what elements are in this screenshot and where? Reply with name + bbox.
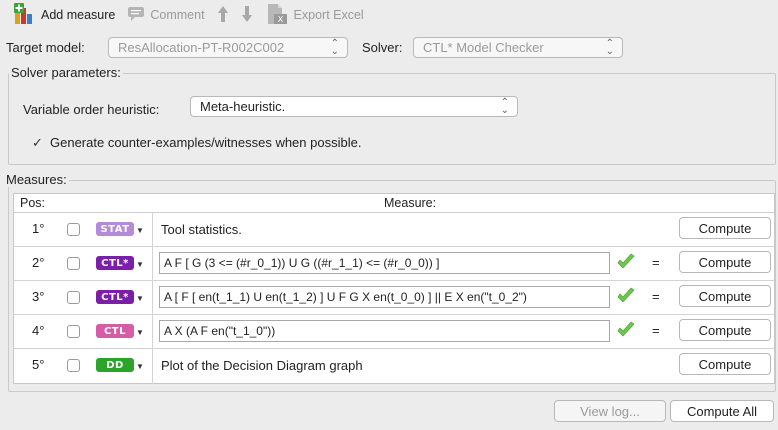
ctl-star-badge[interactable]: CTL*	[96, 290, 134, 304]
caret-down-icon[interactable]: ▼	[136, 226, 144, 235]
valid-check-icon	[616, 253, 636, 274]
target-model-label: Target model:	[6, 40, 85, 55]
row-checkbox[interactable]	[67, 291, 80, 304]
arrow-down-icon	[241, 5, 253, 26]
row-position: 1°	[32, 221, 45, 236]
compute-button[interactable]: Compute	[679, 217, 771, 239]
add-measure-button[interactable]: Add measure	[14, 2, 116, 28]
stat-badge[interactable]: STAT	[96, 222, 134, 236]
row-position: 2°	[32, 255, 45, 270]
checkbox-checked[interactable]: ✓	[31, 136, 44, 149]
compute-button[interactable]: Compute	[679, 251, 771, 273]
ctl-star-badge[interactable]: CTL*	[96, 256, 134, 270]
caret-down-icon[interactable]: ▼	[136, 260, 144, 269]
generate-counterexamples-option[interactable]: ✓ Generate counter-examples/witnesses wh…	[31, 135, 361, 150]
comment-icon	[127, 6, 145, 25]
table-row: 1° STAT ▼ Tool statistics. Compute	[14, 213, 774, 247]
header-measure: Measure:	[384, 196, 437, 210]
measure-input[interactable]: A [ F [ en(t_1_1) U en(t_1_2) ] U F G X …	[159, 286, 610, 308]
row-checkbox[interactable]	[67, 359, 80, 372]
export-excel-button[interactable]: X Export Excel	[265, 2, 364, 29]
arrow-up-icon	[217, 5, 229, 26]
target-model-select[interactable]: ResAllocation-PT-R002C002 ⌃ ⌄	[108, 37, 348, 58]
move-up-button[interactable]	[217, 5, 229, 26]
row-checkbox[interactable]	[67, 223, 80, 236]
export-excel-label: Export Excel	[293, 8, 364, 22]
compute-all-button[interactable]: Compute All	[670, 400, 774, 422]
compute-button[interactable]: Compute	[679, 353, 771, 375]
compute-button[interactable]: Compute	[679, 285, 771, 307]
measure-text: Plot of the Decision Diagram graph	[161, 358, 363, 373]
measures-title: Measures:	[4, 172, 69, 187]
equals-sign: =	[652, 323, 660, 338]
generate-counterexamples-label: Generate counter-examples/witnesses when…	[50, 135, 362, 150]
equals-sign: =	[652, 289, 660, 304]
equals-sign: =	[652, 255, 660, 270]
measure-input[interactable]: A X (A F en("t_1_0"))	[159, 320, 610, 342]
solver-value: CTL* Model Checker	[423, 40, 544, 55]
add-measure-label: Add measure	[41, 8, 116, 22]
solver-select[interactable]: CTL* Model Checker ⌃ ⌄	[413, 37, 623, 58]
measure-input[interactable]: A F [ G (3 <= (#r_0_1)) U G ((#r_1_1) <=…	[159, 252, 610, 274]
header-pos: Pos:	[20, 196, 46, 210]
solver-label: Solver:	[362, 40, 403, 55]
view-log-button[interactable]: View log...	[554, 400, 666, 422]
table-row: 2° CTL* ▼ A F [ G (3 <= (#r_0_1)) U G ((…	[14, 247, 774, 281]
measure-text: Tool statistics.	[161, 222, 242, 237]
row-position: 5°	[32, 357, 45, 372]
heuristic-select[interactable]: Meta-heuristic. ⌃ ⌄	[190, 96, 518, 117]
solver-parameters-group	[8, 73, 776, 165]
table-header: Pos: Measure:	[14, 194, 774, 213]
ctl-badge[interactable]: CTL	[96, 324, 134, 338]
comment-button[interactable]: Comment	[127, 6, 205, 25]
heuristic-label: Variable order heuristic:	[23, 102, 160, 117]
row-position: 4°	[32, 323, 45, 338]
comment-label: Comment	[150, 8, 205, 22]
select-arrows-icon: ⌃ ⌄	[605, 38, 614, 57]
caret-down-icon[interactable]: ▼	[136, 362, 144, 371]
table-row: 4° CTL ▼ A X (A F en("t_1_0")) = Compute	[14, 315, 774, 349]
caret-down-icon[interactable]: ▼	[136, 328, 144, 337]
heuristic-value: Meta-heuristic.	[200, 99, 286, 114]
caret-down-icon[interactable]: ▼	[136, 294, 144, 303]
table-row: 3° CTL* ▼ A [ F [ en(t_1_1) U en(t_1_2) …	[14, 281, 774, 315]
toolbar: Add measure Comment X Export Excel	[0, 0, 778, 30]
valid-check-icon	[616, 287, 636, 308]
move-down-button[interactable]	[241, 5, 253, 26]
measures-table: Pos: Measure: 1° STAT ▼ Tool statistics.…	[13, 193, 775, 384]
valid-check-icon	[616, 321, 636, 342]
excel-icon: X	[265, 2, 289, 29]
svg-text:X: X	[277, 15, 283, 24]
add-measure-icon	[14, 2, 36, 28]
select-arrows-icon: ⌃ ⌄	[500, 97, 509, 116]
compute-button[interactable]: Compute	[679, 319, 771, 341]
target-model-value: ResAllocation-PT-R002C002	[118, 40, 285, 55]
solver-parameters-title: Solver parameters:	[9, 65, 123, 80]
row-position: 3°	[32, 289, 45, 304]
select-arrows-icon: ⌃ ⌄	[330, 38, 339, 57]
dd-badge[interactable]: DD	[96, 358, 134, 372]
row-checkbox[interactable]	[67, 325, 80, 338]
row-checkbox[interactable]	[67, 257, 80, 270]
table-row: 5° DD ▼ Plot of the Decision Diagram gra…	[14, 349, 774, 382]
